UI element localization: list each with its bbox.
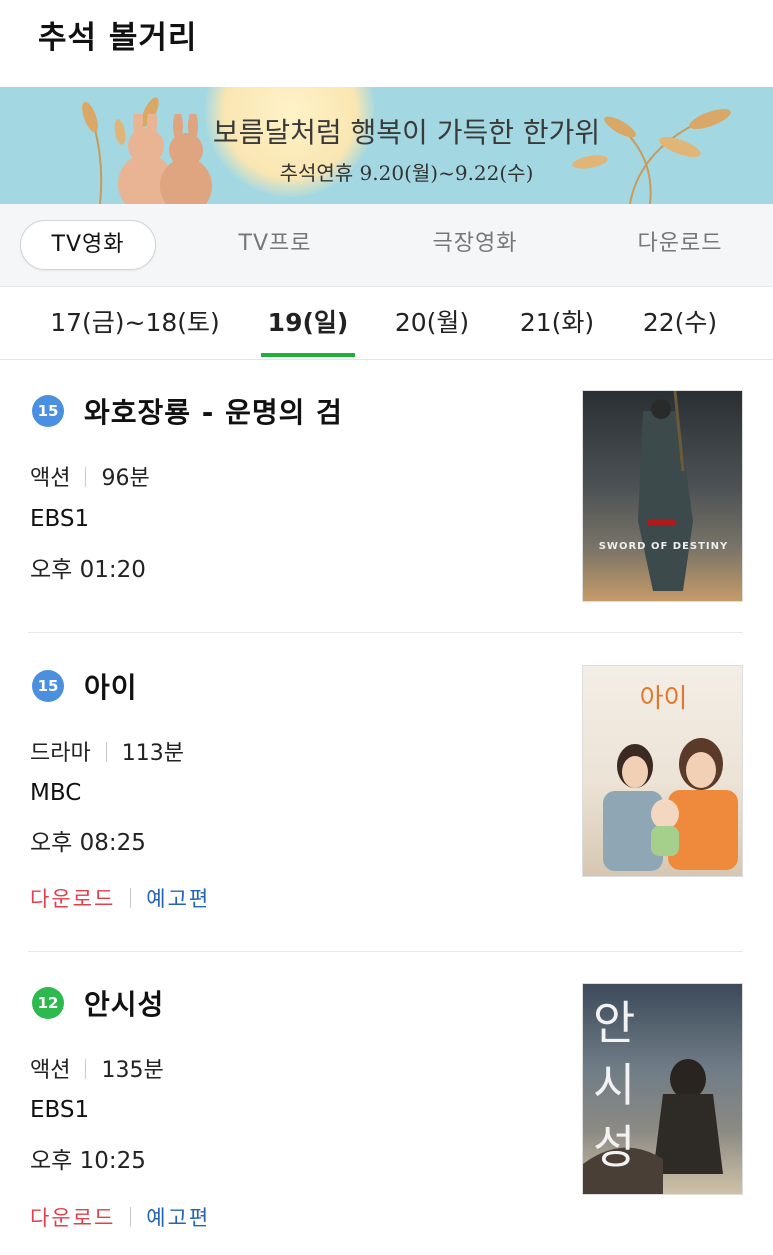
day-tab-20[interactable]: 20(월) (385, 303, 479, 339)
rating-badge: 12 (32, 987, 64, 1019)
movie-poster[interactable]: SWORD OF DESTINY (582, 390, 743, 602)
movie-runtime: 135분 (101, 1058, 164, 1083)
day-tabs: 17(금)~18(토) 19(일) 20(월) 21(화) 22(수) (0, 287, 773, 360)
tab-tv-movie[interactable]: TV영화 (20, 220, 156, 270)
movie-meta: 드라마 113분 (30, 735, 184, 767)
trailer-link[interactable]: 예고편 (146, 887, 210, 911)
banner-subtitle: 추석연휴 9.20(월)~9.22(수) (279, 161, 534, 185)
divider (85, 467, 87, 487)
movie-links: 다운로드 예고편 (30, 883, 210, 913)
movie-title[interactable]: 안시성 (84, 983, 164, 1023)
movie-runtime: 96분 (101, 466, 150, 491)
movie-channel: EBS1 (30, 506, 90, 532)
movie-item[interactable]: 15 와호장룡 - 운명의 검 액션 96분 EBS1 오후 01:20 SWOR… (0, 360, 773, 632)
movie-meta: 액션 135분 (30, 1052, 164, 1084)
movie-airtime: 오후 10:25 (30, 1148, 146, 1174)
divider (130, 1207, 132, 1227)
divider (130, 888, 132, 908)
tab-tv-program[interactable]: TV프로 (210, 220, 340, 268)
tab-download[interactable]: 다운로드 (610, 220, 750, 268)
day-tab-21[interactable]: 21(화) (510, 303, 604, 339)
category-tabs: TV영화 TV프로 극장영화 다운로드 (0, 204, 773, 287)
poster-title-text: 안시성 (593, 996, 636, 1174)
day-tab-19[interactable]: 19(일) (261, 303, 355, 339)
movie-links: 다운로드 예고편 (30, 1202, 210, 1232)
page-header: 추석 볼거리 (0, 0, 773, 86)
movie-genre: 드라마 (30, 741, 91, 766)
movie-title[interactable]: 아이 (84, 666, 138, 706)
download-link[interactable]: 다운로드 (30, 887, 115, 911)
movie-meta: 액션 96분 (30, 460, 150, 492)
movie-channel: MBC (30, 780, 82, 806)
movie-channel: EBS1 (30, 1097, 90, 1123)
banner-headline: 보름달처럼 행복이 가득한 한가위 (212, 116, 601, 149)
movie-genre: 액션 (30, 466, 71, 491)
day-tab-17-18[interactable]: 17(금)~18(토) (40, 303, 230, 339)
chuseok-banner[interactable]: 보름달처럼 행복이 가득한 한가위 추석연휴 9.20(월)~9.22(수) (0, 87, 773, 204)
poster-artwork (638, 391, 693, 591)
tab-theater-movie[interactable]: 극장영화 (405, 220, 545, 268)
movie-airtime: 오후 08:25 (30, 830, 146, 856)
poster-artwork (603, 738, 738, 871)
movie-airtime: 오후 01:20 (30, 557, 146, 583)
page-title: 추석 볼거리 (38, 20, 198, 56)
movie-genre: 액션 (30, 1058, 71, 1083)
divider (85, 1059, 87, 1079)
divider (105, 742, 107, 762)
rating-badge: 15 (32, 395, 64, 427)
movie-item[interactable]: 12 안시성 액션 135분 EBS1 오후 10:25 다운로드 예고편 안시성 (0, 952, 773, 1255)
day-tab-22[interactable]: 22(수) (633, 303, 727, 339)
download-link[interactable]: 다운로드 (30, 1206, 115, 1230)
movie-poster[interactable]: 아이 (582, 665, 743, 877)
active-day-indicator (261, 353, 355, 357)
movie-title[interactable]: 와호장룡 - 운명의 검 (84, 391, 343, 431)
movie-runtime: 113분 (121, 741, 184, 766)
movie-item[interactable]: 15 아이 드라마 113분 MBC 오후 08:25 다운로드 예고편 아이 (0, 633, 773, 951)
movie-poster[interactable]: 안시성 (582, 983, 743, 1195)
poster-title-text: SWORD OF DESTINY (598, 541, 729, 552)
rating-badge: 15 (32, 670, 64, 702)
trailer-link[interactable]: 예고편 (146, 1206, 210, 1230)
